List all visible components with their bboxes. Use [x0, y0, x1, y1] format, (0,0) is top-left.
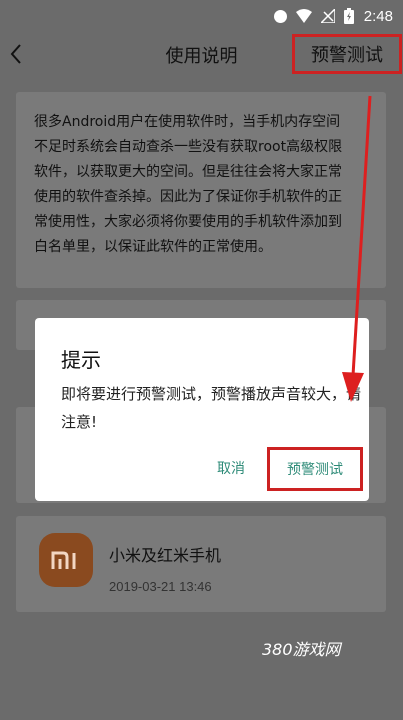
confirm-alert-test-button[interactable]: 预警测试: [267, 447, 363, 491]
status-time: 2:48: [363, 7, 393, 25]
cancel-button[interactable]: 取消: [217, 458, 245, 478]
brand-date: 2019-03-21 13:46: [109, 579, 212, 594]
intro-line: 使用的软件查杀掉。因此为了保证你手机软件的正: [34, 189, 342, 205]
intro-line: 软件，以获取更大的空间。但是往往会将大家正常: [34, 164, 342, 180]
xiaomi-logo-icon: [39, 533, 93, 587]
nav-bar: 使用说明 预警测试: [0, 32, 403, 76]
brand-card-xiaomi[interactable]: 小米及红米手机 2019-03-21 13:46: [16, 516, 386, 612]
brand-title: 小米及红米手机: [109, 546, 222, 565]
wifi-icon: [295, 9, 312, 23]
battery-icon: [343, 8, 354, 24]
intro-card: 很多Android用户在使用软件时，当手机内存空间 不足时系统会自动查杀一些没有…: [16, 92, 386, 288]
intro-line: 不足时系统会自动查杀一些没有获取root高级权限: [34, 139, 343, 155]
dialog-title: 提示: [61, 348, 101, 372]
intro-line: 常使用性，大家必须将你要使用的手机软件添加到: [34, 214, 342, 230]
intro-line: 很多Android用户在使用软件时，当手机内存空间: [34, 114, 341, 130]
dialog-message: 即将要进行预警测试，预警播放声音较大，请注意!: [61, 385, 362, 431]
status-circle-icon: [273, 9, 287, 23]
status-bar: 2:48: [0, 0, 403, 32]
watermark: 380游戏网: [262, 640, 341, 659]
no-signal-icon: [320, 9, 335, 23]
alert-test-nav-button[interactable]: 预警测试: [292, 34, 402, 74]
alert-dialog: 提示 即将要进行预警测试，预警播放声音较大，请注意! 取消 预警测试: [35, 318, 369, 501]
intro-line: 白名单里，以保证此软件的正常使用。: [34, 239, 272, 255]
